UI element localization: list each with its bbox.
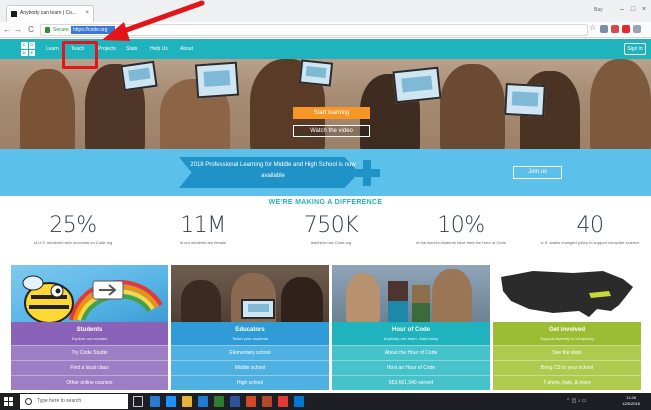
code-org-logo[interactable]: C O D E: [21, 42, 35, 56]
taskbar-search-input[interactable]: Type here to search: [20, 394, 128, 409]
word-icon[interactable]: [230, 396, 240, 407]
annotation-highlight-box: [62, 41, 98, 69]
stat-caption: U.S. states changed policy to support co…: [540, 240, 640, 245]
app-icon[interactable]: [262, 396, 272, 407]
join-us-button[interactable]: Join us: [513, 166, 562, 179]
card-subtitle: Support diversity in computing: [540, 336, 594, 341]
card-link[interactable]: Other online courses: [11, 375, 168, 390]
card-link[interactable]: About the Hour of Code: [332, 345, 490, 360]
secure-label: Secure: [53, 27, 69, 33]
start-learning-button[interactable]: Start learning: [293, 107, 370, 119]
task-view-icon[interactable]: [133, 396, 143, 407]
watch-video-button[interactable]: Watch the video: [293, 125, 370, 137]
extension-icon[interactable]: [600, 25, 608, 33]
stat-caption: of U.S. students have accounts on Code.o…: [33, 240, 113, 245]
stat-caption: teachers use Code.org: [310, 240, 352, 245]
students-card-image[interactable]: [11, 265, 168, 322]
menu-icon[interactable]: [633, 25, 641, 33]
students-card-header[interactable]: Students Explore our courses: [11, 322, 168, 345]
card-subtitle: Teach your students: [232, 336, 268, 341]
card-link[interactable]: Middle school: [171, 360, 329, 375]
card-link[interactable]: T-shirts, hats, & more: [493, 375, 641, 390]
screenshot: Anybody can learn | Co... × Bay – □ × ← …: [0, 0, 651, 410]
back-icon[interactable]: ←: [2, 23, 12, 37]
search-placeholder: Type here to search: [37, 398, 82, 404]
get-involved-card-links: See the stats Bring CS to your school T-…: [493, 345, 641, 390]
stat-value: 750K: [303, 213, 359, 238]
sign-in-button[interactable]: Sign in: [624, 43, 646, 55]
get-involved-card-image[interactable]: [493, 265, 641, 322]
mail-icon[interactable]: [294, 396, 304, 407]
logo-letter: D: [21, 49, 28, 56]
edge-icon[interactable]: [150, 396, 160, 407]
card-link[interactable]: See the stats: [493, 345, 641, 360]
annotation-arrow-icon: [102, 0, 205, 41]
students-card-links: Try Code Studio Find a local class Other…: [11, 345, 168, 390]
card-title: Educators: [235, 327, 265, 333]
card-title: Hour of Code: [392, 327, 430, 333]
taskbar-clock[interactable]: 11:28 12/6/2018: [618, 395, 644, 407]
tab-title: Anybody can learn | Co...: [20, 10, 77, 16]
windows-start-icon[interactable]: [4, 397, 13, 406]
educators-card-links: Elementary school Middle school High sch…: [171, 345, 329, 390]
logo-letter: E: [28, 49, 35, 56]
stat-value: 10%: [437, 213, 485, 238]
hour-of-code-card-image[interactable]: [332, 265, 490, 322]
us-map-illustration: [501, 271, 633, 317]
plus-sign-icon: [354, 160, 380, 186]
nav-learn[interactable]: Learn: [46, 39, 59, 59]
get-involved-card-header[interactable]: Get involved Support diversity in comput…: [493, 322, 641, 345]
taskbar: Type here to search ⌃ ◫ ♪ ▭ 11:28 12/6/2…: [0, 393, 651, 410]
close-window-button[interactable]: ×: [639, 4, 649, 15]
stat-value: 40: [576, 213, 605, 238]
lock-icon: [45, 27, 50, 33]
educators-card-header[interactable]: Educators Teach your students: [171, 322, 329, 345]
hour-of-code-card-header[interactable]: Hour of Code Anybody can learn. Start to…: [332, 322, 490, 345]
stat-caption: of our students are female: [179, 240, 227, 245]
card-link[interactable]: Host an Hour of Code: [332, 360, 490, 375]
card-link[interactable]: Bring CS to your school: [493, 360, 641, 375]
banner-text: 2018 Professional Learning for Middle an…: [190, 162, 356, 179]
difference-heading: WE'RE MAKING A DIFFERENCE: [268, 199, 383, 206]
clock-date: 12/6/2018: [622, 401, 640, 406]
bookmark-star-icon[interactable]: ☆: [589, 22, 596, 33]
card-link[interactable]: High school: [171, 375, 329, 390]
address-bar-row: ← → C Secure https://code.org ☆: [0, 22, 651, 38]
card-subtitle: Explore our courses: [71, 336, 108, 341]
explorer-icon[interactable]: [166, 396, 176, 407]
card-link[interactable]: Try Code Studio: [11, 345, 168, 360]
stat-caption: of the world's students have tried the H…: [416, 240, 506, 245]
forward-icon[interactable]: →: [13, 23, 23, 37]
card-link[interactable]: Find a local class: [11, 360, 168, 375]
card-link[interactable]: Elementary school: [171, 345, 329, 360]
folder-icon[interactable]: [182, 396, 192, 407]
store-icon[interactable]: [198, 396, 208, 407]
chrome-icon[interactable]: [278, 396, 288, 407]
browser-tab[interactable]: Anybody can learn | Co... ×: [6, 5, 94, 22]
logo-letter: C: [21, 42, 28, 49]
bee-illustration: [22, 275, 163, 322]
hour-of-code-card-links: About the Hour of Code Host an Hour of C…: [332, 345, 490, 390]
educators-card-image[interactable]: [171, 265, 329, 322]
cortana-icon: [25, 398, 32, 405]
stat-value: 25%: [49, 213, 97, 238]
card-title: Get involved: [548, 327, 585, 333]
reload-icon[interactable]: C: [26, 23, 36, 37]
tray-icons[interactable]: ⌃ ◫ ♪ ▭: [566, 393, 586, 410]
extension-icon[interactable]: [622, 25, 630, 33]
minimize-button[interactable]: –: [617, 4, 627, 15]
extension-icon[interactable]: [611, 25, 619, 33]
profile-chip[interactable]: Bay: [594, 5, 616, 16]
browser-tab-strip: Anybody can learn | Co... × Bay – □ ×: [0, 0, 651, 22]
card-title: Students: [76, 327, 103, 333]
maximize-button[interactable]: □: [628, 4, 638, 15]
excel-icon[interactable]: [214, 396, 224, 407]
powerpoint-icon[interactable]: [246, 396, 256, 407]
tab-close-icon[interactable]: ×: [85, 6, 89, 21]
logo-letter: O: [28, 42, 35, 49]
stat-value: 11M: [180, 213, 226, 238]
card-link[interactable]: 553,661,540 served: [332, 375, 490, 390]
card-subtitle: Anybody can learn. Start today: [383, 336, 439, 341]
favicon-icon: [11, 11, 17, 17]
